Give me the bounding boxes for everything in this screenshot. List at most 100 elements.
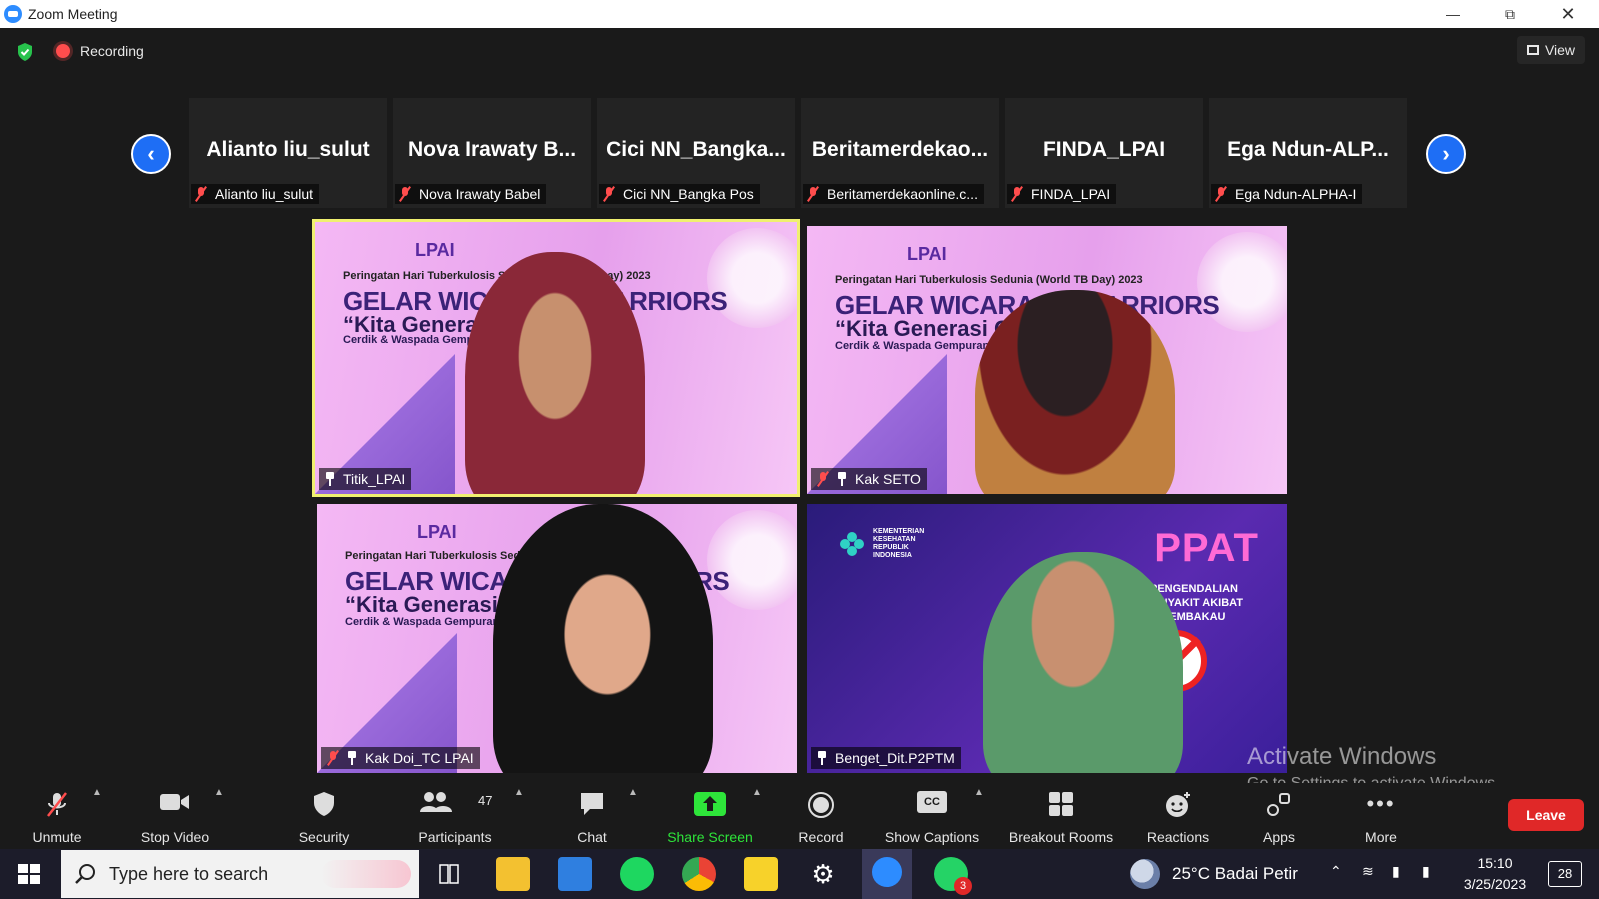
share-screen-icon <box>694 792 726 816</box>
strip-tile-label-text: Alianto liu_sulut <box>215 186 314 202</box>
muted-mic-icon <box>327 751 339 765</box>
muted-mic-icon <box>1215 187 1227 201</box>
chat-label: Chat <box>577 829 607 845</box>
unmute-button[interactable]: Unmute <box>22 783 92 849</box>
video-name: Kak SETO <box>855 471 921 487</box>
window-title: Zoom Meeting <box>28 6 118 22</box>
weather-storm-icon[interactable] <box>1130 859 1160 889</box>
share-screen-button[interactable]: Share Screen <box>660 783 760 849</box>
audio-options-caret[interactable]: ▲ <box>92 787 102 798</box>
strip-tile[interactable]: Cici NN_Bangka... Cici NN_Bangka Pos <box>597 98 795 208</box>
participant-video <box>493 504 713 773</box>
captions-options-caret[interactable]: ▲ <box>974 787 984 798</box>
chevron-left-icon: ‹ <box>147 141 155 166</box>
minimize-button[interactable]: — <box>1430 0 1476 28</box>
weather-text[interactable]: 25°C Badai Petir <box>1172 864 1298 884</box>
security-label: Security <box>298 829 350 845</box>
mail-icon[interactable] <box>558 857 592 891</box>
muted-mic-icon <box>817 472 829 486</box>
taskbar-search-box[interactable]: Type here to search <box>61 850 419 898</box>
participant-video <box>465 252 645 494</box>
slide-subtitle: Peringatan Hari Tuberkulosis Sedunia (Wo… <box>835 274 1143 286</box>
participant-video <box>983 552 1183 773</box>
notification-center-icon[interactable]: 28 <box>1548 861 1582 887</box>
chat-options-caret[interactable]: ▲ <box>628 787 638 798</box>
spotify-icon[interactable] <box>620 857 654 891</box>
video-label: Benget_Dit.P2PTM <box>811 747 961 769</box>
strip-tile[interactable]: FINDA_LPAI FINDA_LPAI <box>1005 98 1203 208</box>
video-name: Titik_LPAI <box>343 471 406 487</box>
strip-tile[interactable]: Ega Ndun-ALP... Ega Ndun-ALPHA-I <box>1209 98 1407 208</box>
muted-mic-icon <box>399 187 411 201</box>
clock-date[interactable]: 3/25/2023 <box>1452 876 1538 892</box>
strip-next-button[interactable]: › <box>1426 134 1466 174</box>
leave-button[interactable]: Leave <box>1508 799 1584 831</box>
apps-button[interactable]: Apps <box>1254 783 1304 849</box>
security-button[interactable]: Security <box>284 783 364 849</box>
strip-tile-label-text: Cici NN_Bangka Pos <box>623 186 754 202</box>
strip-prev-button[interactable]: ‹ <box>131 134 171 174</box>
strip-tile[interactable]: Alianto liu_sulut Alianto liu_sulut <box>189 98 387 208</box>
participants-button[interactable]: 47 Participants <box>408 783 502 849</box>
video-tile[interactable]: LPAI Peringatan Hari Tuberkulosis Seduni… <box>317 504 797 773</box>
zoom-taskbar-button[interactable] <box>862 849 912 899</box>
file-explorer-icon[interactable] <box>496 857 530 891</box>
lpai-logo: LPAI <box>907 244 947 264</box>
kemenkes-line: REPUBLIK <box>873 544 909 551</box>
battery-icon[interactable]: ▮ <box>1392 863 1400 880</box>
close-button[interactable]: ✕ <box>1545 0 1591 28</box>
zoom-logo-icon <box>4 5 22 23</box>
apps-label: Apps <box>1263 829 1295 845</box>
view-button[interactable]: View <box>1517 36 1585 64</box>
sticky-notes-icon[interactable] <box>744 857 778 891</box>
windows-taskbar: Type here to search ⚙ 3 25°C Badai Petir… <box>0 849 1599 899</box>
share-options-caret[interactable]: ▲ <box>752 787 762 798</box>
participants-options-caret[interactable]: ▲ <box>514 787 524 798</box>
stop-video-button[interactable]: Stop Video <box>132 783 218 849</box>
recording-label: Recording <box>80 43 144 59</box>
chat-button[interactable]: Chat <box>566 783 618 849</box>
reactions-label: Reactions <box>1146 829 1210 845</box>
strip-tile-label-text: Beritamerdekaonline.c... <box>827 186 978 202</box>
video-name: Kak Doi_TC LPAI <box>365 750 474 766</box>
chevron-right-icon: › <box>1442 141 1450 166</box>
show-captions-button[interactable]: CC Show Captions <box>878 783 986 849</box>
chrome-icon[interactable] <box>682 857 716 891</box>
record-button[interactable]: Record <box>790 783 852 849</box>
zoom-app-icon <box>872 857 902 887</box>
wifi-icon[interactable]: ≋ <box>1362 863 1374 880</box>
more-button[interactable]: ••• More <box>1356 783 1406 849</box>
video-options-caret[interactable]: ▲ <box>214 787 224 798</box>
kemenkes-icon <box>840 532 864 556</box>
video-tile[interactable]: LPAI Peringatan Hari Tuberkulosis Seduni… <box>312 219 800 497</box>
security-shield-icon[interactable] <box>16 42 34 62</box>
participants-label: Participants <box>418 829 492 845</box>
chevron-up-icon[interactable]: ⌃ <box>1330 863 1342 880</box>
strip-tile-name: Cici NN_Bangka... <box>606 138 786 161</box>
reactions-smiley-icon <box>1166 792 1190 817</box>
settings-gear-icon[interactable]: ⚙ <box>806 857 840 891</box>
mic-muted-icon <box>47 792 67 817</box>
strip-tile-name: FINDA_LPAI <box>1042 138 1166 161</box>
task-view-icon[interactable] <box>438 863 460 885</box>
view-label: View <box>1544 42 1576 58</box>
clock-time[interactable]: 15:10 <box>1460 855 1530 871</box>
strip-tile-name: Nova Irawaty B... <box>407 138 577 161</box>
video-tile[interactable]: KEMENTERIAN KESEHATAN REPUBLIK INDONESIA… <box>807 504 1287 773</box>
record-icon <box>808 792 834 818</box>
reactions-button[interactable]: Reactions <box>1140 783 1216 849</box>
breakout-rooms-button[interactable]: Breakout Rooms <box>1002 783 1120 849</box>
muted-mic-icon <box>807 187 819 201</box>
video-tile[interactable]: LPAI Peringatan Hari Tuberkulosis Seduni… <box>807 226 1287 494</box>
microphone-icon[interactable]: ▮ <box>1422 863 1430 880</box>
chat-icon <box>581 793 603 815</box>
restore-button[interactable]: ⧉ <box>1487 0 1533 28</box>
strip-tile[interactable]: Beritamerdekao... Beritamerdekaonline.c.… <box>801 98 999 208</box>
record-label: Record <box>798 829 844 845</box>
title-bar: Zoom Meeting — ⧉ ✕ <box>0 0 1599 28</box>
recording-indicator[interactable]: Recording <box>56 43 144 59</box>
strip-tile[interactable]: Nova Irawaty B... Nova Irawaty Babel <box>393 98 591 208</box>
strip-tile-name: Alianto liu_sulut <box>206 138 370 161</box>
whatsapp-icon[interactable]: 3 <box>934 857 972 895</box>
windows-start-icon[interactable] <box>18 864 40 884</box>
